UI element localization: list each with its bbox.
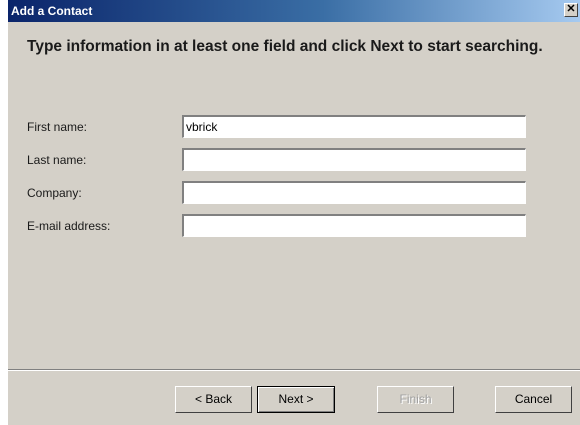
email-address-label: E-mail address: (27, 219, 111, 233)
close-button[interactable]: ✕ (564, 3, 578, 17)
last-name-input[interactable] (182, 148, 526, 171)
company-label: Company: (27, 186, 82, 200)
email-address-input[interactable] (182, 214, 526, 237)
add-contact-dialog: Add a Contact ✕ Type information in at l… (8, 0, 580, 425)
company-input[interactable] (182, 181, 526, 204)
close-icon: ✕ (566, 3, 576, 15)
first-name-input[interactable] (182, 115, 526, 138)
title-bar[interactable]: Add a Contact ✕ (8, 0, 580, 22)
finish-button[interactable]: Finish (377, 386, 454, 413)
last-name-label: Last name: (27, 153, 87, 167)
cancel-button[interactable]: Cancel (495, 386, 572, 413)
back-button[interactable]: < Back (175, 386, 252, 413)
instruction-heading: Type information in at least one field a… (27, 38, 543, 55)
first-name-label: First name: (27, 120, 88, 134)
button-separator (8, 369, 580, 371)
next-button[interactable]: Next > (257, 386, 335, 413)
dialog-title: Add a Contact (11, 4, 93, 18)
